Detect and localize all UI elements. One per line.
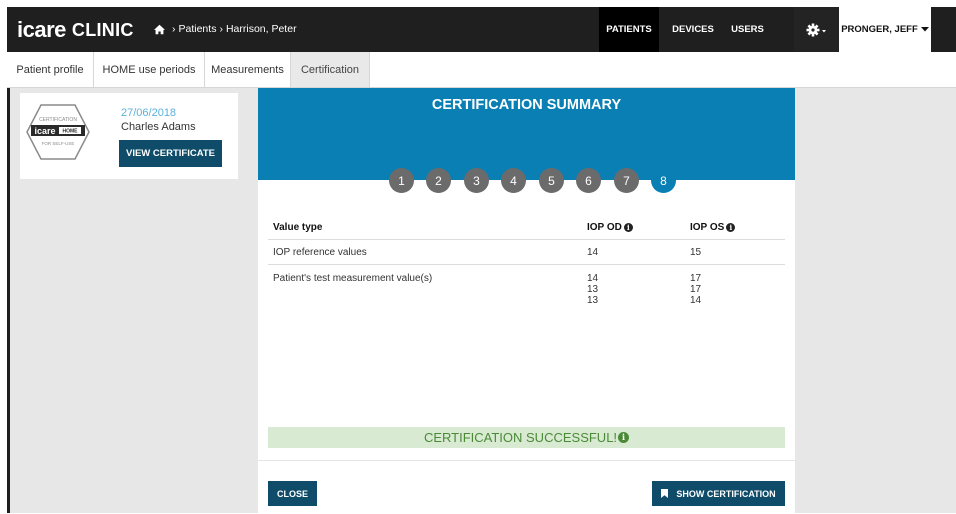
iop-od-value: 14 <box>587 273 599 284</box>
tab-certification[interactable]: Certification <box>291 52 370 87</box>
step-6[interactable]: 6 <box>576 168 601 193</box>
tab-home-use-periods[interactable]: HOME use periods <box>94 52 205 87</box>
main-content: CERTIFICATION icare HOME FOR SELF-USE 27… <box>7 88 956 513</box>
settings-button[interactable] <box>794 7 839 52</box>
breadcrumb: › Patients › Harrison, Peter <box>153 23 297 35</box>
step-2[interactable]: 2 <box>426 168 451 193</box>
step-8[interactable]: 8 <box>651 168 676 193</box>
caret-down-icon <box>821 29 826 32</box>
app-window: icare CLINIC › Patients › Harrison, Pete… <box>7 7 956 513</box>
step-7[interactable]: 7 <box>614 168 639 193</box>
info-icon[interactable]: i <box>726 223 736 232</box>
certificate-card: CERTIFICATION icare HOME FOR SELF-USE 27… <box>20 93 238 179</box>
bookmark-icon <box>661 489 669 498</box>
column-header-iop-od: IOP OD i <box>587 222 633 233</box>
step-5[interactable]: 5 <box>539 168 564 193</box>
table-header-row: Value type IOP OD i IOP OS i <box>268 218 785 240</box>
iop-os-value: 14 <box>690 295 702 306</box>
tab-bar: Patient profile HOME use periods Measure… <box>7 52 956 88</box>
status-text: CERTIFICATION SUCCESSFUL! <box>423 430 618 445</box>
iop-od-value: 13 <box>587 284 599 295</box>
step-4[interactable]: 4 <box>501 168 526 193</box>
dialog-footer: CLOSE SHOW CERTIFICATION <box>258 460 795 514</box>
view-certificate-button[interactable]: VIEW CERTIFICATE <box>119 140 222 167</box>
breadcrumb-separator: › <box>219 23 223 35</box>
iop-os-value: 17 <box>690 273 702 284</box>
nav-users[interactable]: USERS <box>725 7 770 52</box>
iop-od-value: 13 <box>587 295 599 306</box>
table-row: IOP reference values 14 15 <box>268 240 785 265</box>
dialog-title: CERTIFICATION SUMMARY <box>431 97 622 113</box>
logo[interactable]: icare CLINIC <box>17 13 134 47</box>
info-icon[interactable]: i <box>618 432 630 443</box>
iop-os-values: 17 17 14 <box>690 273 701 306</box>
nav-devices[interactable]: DEVICES <box>667 7 719 52</box>
iop-os-value: 15 <box>690 247 702 258</box>
show-certification-label: SHOW CERTIFICATION <box>676 488 776 499</box>
show-certification-button[interactable]: SHOW CERTIFICATION <box>652 481 785 506</box>
row-label: Patient's test measurement value(s) <box>273 273 433 284</box>
svg-text:FOR SELF-USE: FOR SELF-USE <box>42 141 75 146</box>
iop-od-value: 14 <box>587 247 599 258</box>
iop-od-values: 14 13 13 <box>587 273 598 306</box>
left-edge <box>7 88 10 513</box>
certificate-date: 27/06/2018 <box>121 107 177 119</box>
column-header-iop-os: IOP OS i <box>690 222 736 233</box>
certification-summary-dialog: CERTIFICATION SUMMARY 1 2 3 4 5 6 7 8 Va… <box>258 88 795 513</box>
breadcrumb-separator: › <box>172 23 176 35</box>
breadcrumb-patients[interactable]: Patients <box>179 23 217 35</box>
logo-text: icare <box>17 17 66 42</box>
caret-down-icon <box>920 27 929 32</box>
certificate-holder: Charles Adams <box>121 121 196 133</box>
nav-patients[interactable]: PATIENTS <box>599 7 659 52</box>
info-icon[interactable]: i <box>623 223 633 232</box>
user-menu[interactable]: PRONGER, JEFF <box>839 7 931 52</box>
home-icon[interactable] <box>153 24 166 35</box>
dialog-header: CERTIFICATION SUMMARY <box>258 88 795 180</box>
certification-badge-icon: CERTIFICATION icare HOME FOR SELF-USE <box>26 104 90 160</box>
tab-measurements[interactable]: Measurements <box>205 52 291 87</box>
breadcrumb-patient-name: Harrison, Peter <box>225 23 297 35</box>
row-label: IOP reference values <box>273 247 367 258</box>
svg-text:CERTIFICATION: CERTIFICATION <box>39 117 77 123</box>
column-header-value-type: Value type <box>273 222 323 233</box>
logo-suffix: CLINIC <box>71 19 134 40</box>
top-bar: icare CLINIC › Patients › Harrison, Pete… <box>7 7 956 52</box>
tab-patient-profile[interactable]: Patient profile <box>7 52 94 87</box>
step-3[interactable]: 3 <box>464 168 489 193</box>
svg-text:icare: icare <box>34 126 55 136</box>
step-1[interactable]: 1 <box>389 168 414 193</box>
svg-text:HOME: HOME <box>63 129 79 135</box>
user-menu-label: PRONGER, JEFF <box>841 24 918 35</box>
gear-icon <box>806 23 826 36</box>
close-button[interactable]: CLOSE <box>268 481 317 506</box>
iop-os-value: 17 <box>690 284 702 295</box>
certification-status: CERTIFICATION SUCCESSFUL! i <box>268 427 785 448</box>
